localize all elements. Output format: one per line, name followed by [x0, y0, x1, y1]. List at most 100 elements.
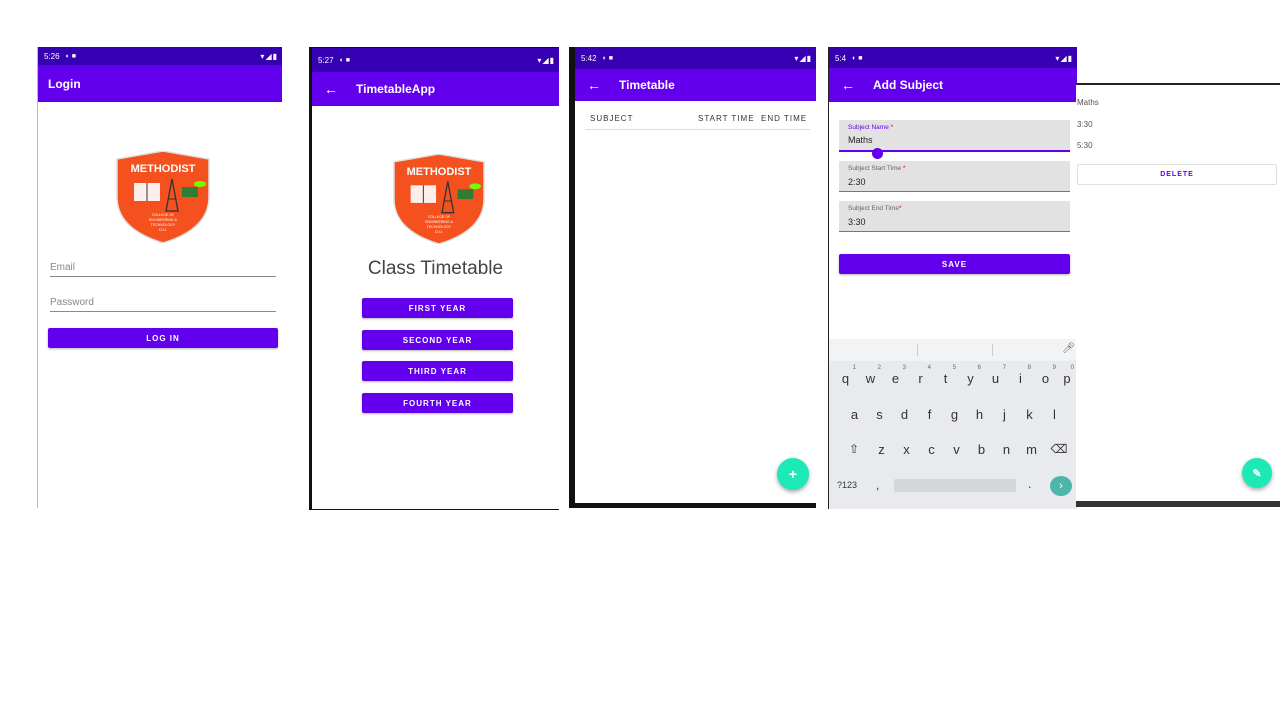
keyboard: 🎤︎ q1 w2 e3 r4 t5 y6 u7 i8 o9 p0 a s d f… — [829, 339, 1077, 509]
key-h[interactable]: h — [967, 407, 992, 422]
key-b[interactable]: b — [969, 442, 994, 457]
status-time: 5:26 — [44, 51, 60, 61]
symbols-key[interactable]: ?123 — [837, 480, 857, 490]
key-x[interactable]: x — [894, 442, 919, 457]
save-button[interactable]: SAVE — [839, 254, 1070, 274]
subject-name-value: Maths — [848, 135, 873, 145]
period-key[interactable]: . — [1028, 477, 1031, 491]
email-underline — [50, 276, 276, 277]
fourth-year-button[interactable]: FOURTH YEAR — [362, 393, 513, 413]
add-subject-screen: 5:4 ◐ ■ ▾◢▮ ← Add Subject Subject Name *… — [828, 47, 1077, 509]
key-v[interactable]: v — [944, 442, 969, 457]
status-bar: 5:26 ◐ ■ ▾◢▮ — [38, 47, 282, 65]
logo-title: METHODIST — [130, 163, 196, 175]
timetable-screen: 5:42 ◐ ■ ▾◢▮ ← Timetable SUBJECT START T… — [569, 47, 816, 508]
suggestion-strip: 🎤︎ — [829, 339, 1077, 361]
home-screen: 5:27 ◐ ■ ▾◢▮ ← TimetableApp METHODIST CO… — [309, 47, 559, 510]
key-s[interactable]: s — [867, 407, 892, 422]
college-logo: METHODIST COLLEGE OF ENGINEERING & TECHN… — [390, 153, 488, 245]
page-title: Add Subject — [873, 78, 944, 92]
login-button[interactable]: LOG IN — [48, 328, 278, 348]
key-u[interactable]: u7 — [983, 365, 1008, 386]
text-cursor-handle[interactable] — [872, 148, 883, 159]
notification-icon: ◐ ■ — [852, 54, 863, 62]
enter-key[interactable]: › — [1050, 476, 1072, 496]
keyboard-row-3: ⇧ z x c v b n m ⌫ — [829, 442, 1077, 457]
key-l[interactable]: l — [1042, 407, 1067, 422]
wifi-signal-battery-icon: ▾◢▮ — [794, 53, 812, 63]
start-time-text: 3:30 — [1077, 120, 1093, 129]
shift-icon[interactable]: ⇧ — [839, 442, 869, 457]
key-k[interactable]: k — [1017, 407, 1042, 422]
subject-end-time-field[interactable]: Subject End Time* 3:30 — [839, 201, 1070, 232]
page-title: Login — [48, 76, 81, 91]
key-y[interactable]: y6 — [958, 365, 983, 386]
logo-title: METHODIST — [406, 166, 472, 178]
key-w[interactable]: w2 — [858, 365, 883, 386]
back-arrow-icon[interactable]: ← — [324, 81, 338, 97]
key-a[interactable]: a — [842, 407, 867, 422]
subject-start-time-label: Subject Start Time * — [848, 165, 906, 172]
key-o[interactable]: o9 — [1033, 365, 1058, 386]
login-screen: 5:26 ◐ ■ ▾◢▮ Login METHODIST COLLEGE OF … — [37, 47, 282, 508]
column-subject: SUBJECT — [590, 114, 634, 123]
app-bar: ← TimetableApp — [312, 72, 559, 106]
subject-end-time-value: 3:30 — [848, 217, 866, 227]
comma-key[interactable]: , — [876, 478, 879, 492]
key-c[interactable]: c — [919, 442, 944, 457]
key-i[interactable]: i8 — [1008, 365, 1033, 386]
key-g[interactable]: g — [942, 407, 967, 422]
add-fab-button[interactable]: + — [777, 458, 809, 490]
app-bar: ← Timetable — [575, 69, 816, 101]
notification-icon: ◐ ■ — [339, 56, 350, 64]
subject-start-time-value: 2:30 — [848, 177, 866, 187]
wifi-signal-battery-icon: ▾◢▮ — [1055, 53, 1073, 63]
password-field[interactable]: Password — [50, 297, 94, 308]
key-r[interactable]: r4 — [908, 365, 933, 386]
logo-ou: O.U. — [434, 229, 444, 234]
key-p[interactable]: p0 — [1058, 365, 1076, 386]
status-time: 5:42 — [581, 53, 597, 63]
mic-icon[interactable]: 🎤︎ — [1062, 343, 1075, 354]
key-q[interactable]: q1 — [833, 365, 858, 386]
subject-end-time-label: Subject End Time* — [848, 205, 902, 212]
detail-screen: Maths 3:30 5:30 DELETE ✎ — [1076, 83, 1280, 507]
keyboard-row-2: a s d f g h j k l — [829, 407, 1077, 422]
key-t[interactable]: t5 — [933, 365, 958, 386]
key-n[interactable]: n — [994, 442, 1019, 457]
logo-subtitle: COLLEGE OF ENGINEERING & TECHNOLOGY — [149, 213, 177, 227]
third-year-button[interactable]: THIRD YEAR — [362, 361, 513, 381]
back-arrow-icon[interactable]: ← — [841, 77, 855, 93]
email-field[interactable]: Email — [50, 262, 75, 273]
backspace-icon[interactable]: ⌫ — [1044, 442, 1074, 457]
edit-fab-button[interactable]: ✎ — [1242, 458, 1272, 488]
wifi-signal-battery-icon: ▾◢▮ — [260, 51, 278, 61]
subject-name-text: Maths — [1077, 98, 1099, 107]
delete-button[interactable]: DELETE — [1077, 164, 1277, 185]
column-end-time: END TIME — [761, 114, 808, 123]
key-z[interactable]: z — [869, 442, 894, 457]
second-year-button[interactable]: SECOND YEAR — [362, 330, 513, 350]
college-logo: METHODIST COLLEGE OF ENGINEERING & TECHN… — [114, 150, 212, 244]
app-bar: Login — [38, 65, 282, 102]
key-j[interactable]: j — [992, 407, 1017, 422]
password-underline — [50, 311, 276, 312]
key-m[interactable]: m — [1019, 442, 1044, 457]
column-start-time: START TIME — [698, 114, 755, 123]
subject-name-field[interactable]: Subject Name * Maths — [839, 120, 1070, 152]
key-e[interactable]: e3 — [883, 365, 908, 386]
key-d[interactable]: d — [892, 407, 917, 422]
back-arrow-icon[interactable]: ← — [587, 77, 601, 93]
keyboard-row-4: ?123 , . › — [829, 475, 1077, 499]
status-bar: 5:4 ◐ ■ ▾◢▮ — [829, 48, 1077, 68]
first-year-button[interactable]: FIRST YEAR — [362, 298, 513, 318]
status-time: 5:27 — [318, 55, 334, 65]
status-time: 5:4 — [835, 53, 847, 63]
space-bar[interactable] — [894, 479, 1016, 492]
key-f[interactable]: f — [917, 407, 942, 422]
subject-start-time-field[interactable]: Subject Start Time * 2:30 — [839, 161, 1070, 192]
page-title: Timetable — [619, 78, 675, 92]
keyboard-row-1: q1 w2 e3 r4 t5 y6 u7 i8 o9 p0 — [829, 365, 1077, 386]
heading: Class Timetable — [367, 258, 504, 279]
logo-ou: O.U. — [158, 227, 168, 232]
